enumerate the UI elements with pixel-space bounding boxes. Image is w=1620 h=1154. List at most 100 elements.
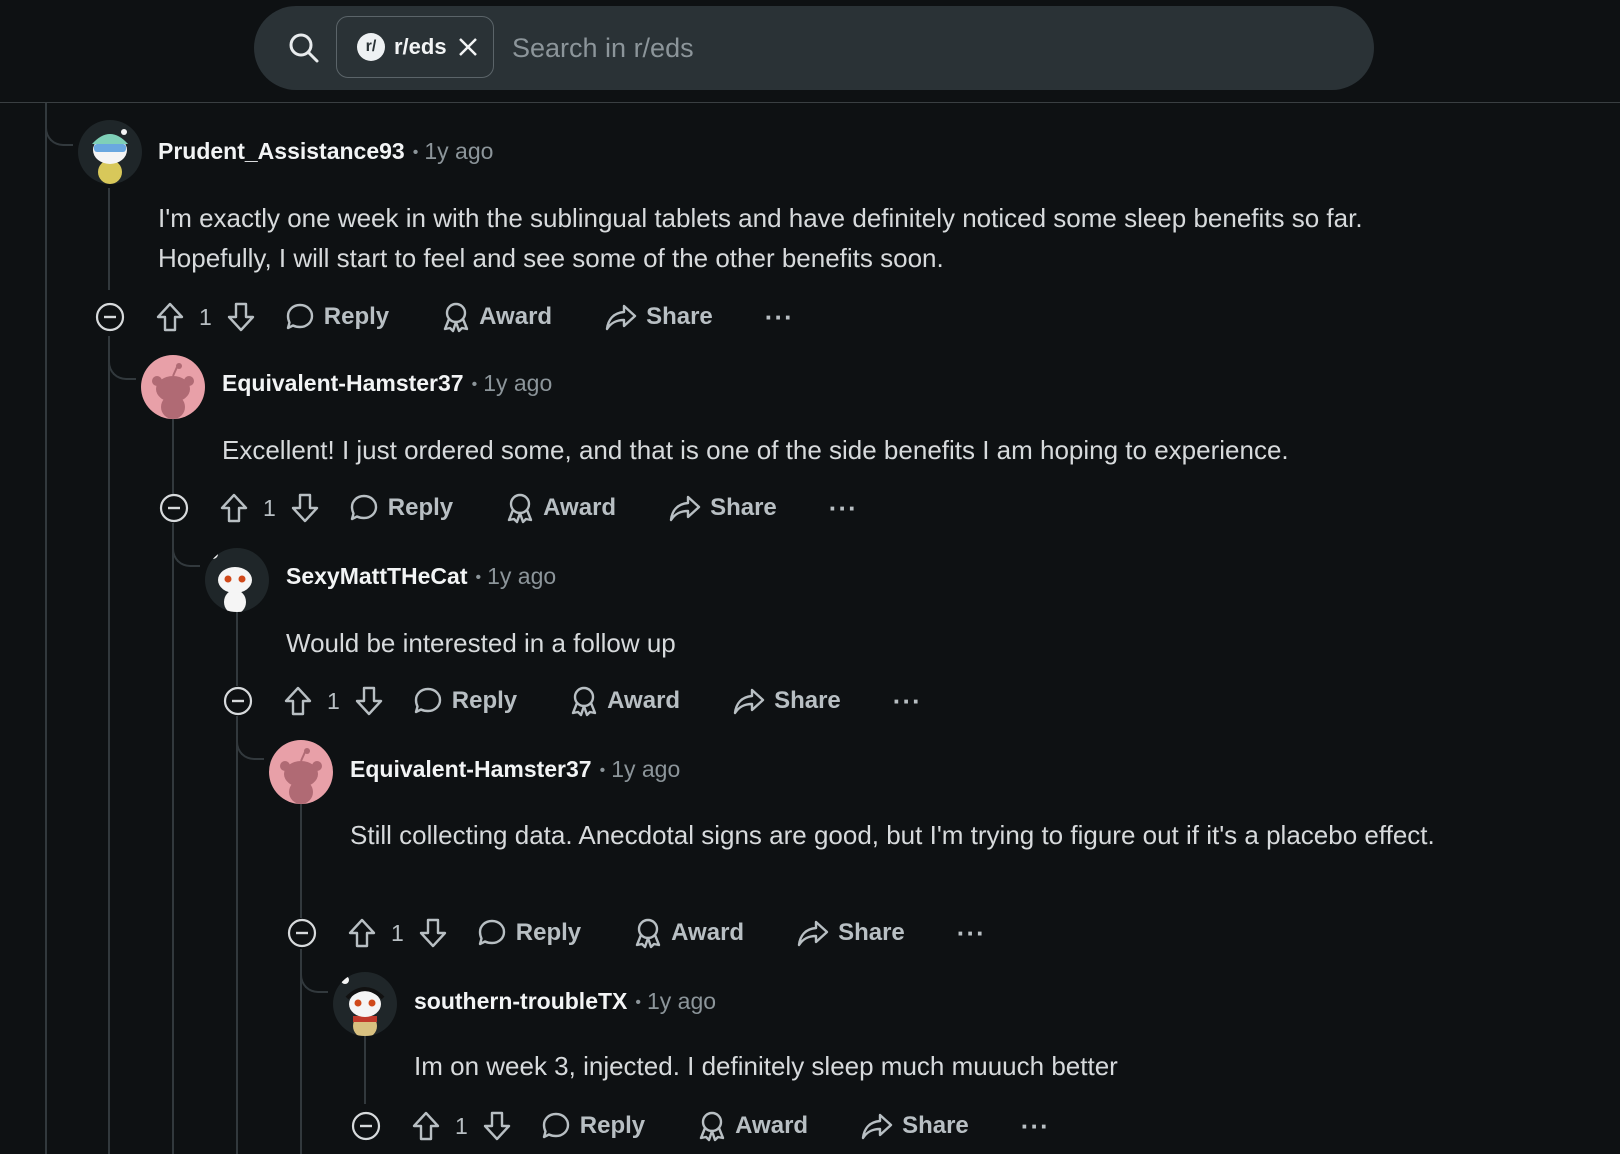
- search-icon: [289, 33, 319, 63]
- reply-label: Reply: [579, 1112, 646, 1139]
- award-icon: [507, 493, 533, 524]
- comment-time[interactable]: 1y ago: [647, 988, 716, 1014]
- award-button[interactable]: Award: [697, 1110, 808, 1142]
- comment-icon: [542, 1112, 569, 1139]
- community-filter-chip[interactable]: r/ r/eds: [336, 16, 494, 78]
- comment-author[interactable]: Prudent_Assistance93: [158, 138, 405, 164]
- award-label: Award: [479, 303, 553, 330]
- downvote-icon[interactable]: [226, 301, 256, 333]
- share-label: Share: [646, 303, 713, 330]
- share-button[interactable]: Share: [732, 685, 841, 717]
- share-button[interactable]: Share: [796, 917, 905, 949]
- avatar[interactable]: [333, 972, 397, 1036]
- upvote-icon[interactable]: [283, 685, 313, 717]
- more-options-button[interactable]: ···: [829, 493, 858, 524]
- vote-group: 1: [347, 917, 448, 949]
- more-options-button[interactable]: ···: [957, 918, 986, 949]
- downvote-icon[interactable]: [482, 1110, 512, 1142]
- thread-connector: [108, 336, 136, 380]
- snoo-avatar-icon: [152, 363, 194, 419]
- vote-count: 1: [263, 494, 276, 521]
- share-button[interactable]: Share: [860, 1110, 969, 1142]
- thread-line[interactable]: [300, 800, 302, 918]
- reply-label: Reply: [451, 687, 518, 714]
- reply-button[interactable]: Reply: [284, 301, 389, 333]
- reply-button[interactable]: Reply: [540, 1110, 645, 1142]
- share-label: Share: [902, 1112, 969, 1139]
- upvote-icon[interactable]: [219, 492, 249, 524]
- reply-button[interactable]: Reply: [412, 685, 517, 717]
- award-icon: [571, 686, 597, 717]
- award-button[interactable]: Award: [505, 492, 616, 524]
- collapse-icon[interactable]: [95, 302, 125, 332]
- avatar[interactable]: [141, 355, 205, 419]
- award-button[interactable]: Award: [633, 917, 744, 949]
- vote-count: 1: [455, 1112, 468, 1139]
- reply-button[interactable]: Reply: [348, 492, 453, 524]
- thread-line[interactable]: [45, 103, 47, 1154]
- comment-time[interactable]: 1y ago: [611, 756, 680, 782]
- award-icon: [443, 302, 469, 333]
- share-button[interactable]: Share: [604, 301, 713, 333]
- collapse-icon[interactable]: [159, 493, 189, 523]
- avatar[interactable]: [205, 548, 269, 612]
- comment-author[interactable]: southern-troubleTX: [414, 988, 627, 1014]
- downvote-icon[interactable]: [418, 917, 448, 949]
- comment-actions: 1 Reply Award Share ···: [159, 486, 858, 530]
- vote-count: 1: [327, 687, 340, 714]
- search-bar[interactable]: r/ r/eds Search in r/eds: [254, 6, 1374, 90]
- comment-time[interactable]: 1y ago: [487, 563, 556, 589]
- comment-author[interactable]: Equivalent-Hamster37: [350, 756, 592, 782]
- snoo-avatar-icon: [341, 976, 385, 1036]
- downvote-icon[interactable]: [290, 492, 320, 524]
- vote-group: 1: [283, 685, 384, 717]
- share-icon: [861, 1113, 893, 1140]
- comment-author[interactable]: Equivalent-Hamster37: [222, 370, 464, 396]
- share-label: Share: [838, 919, 905, 946]
- comment-actions: 1 Reply Award Share ···: [95, 295, 794, 339]
- award-icon: [699, 1111, 725, 1142]
- thread-line[interactable]: [108, 336, 110, 1154]
- avatar[interactable]: [78, 120, 142, 184]
- share-label: Share: [710, 494, 777, 521]
- vote-group: 1: [219, 492, 320, 524]
- comment-time[interactable]: 1y ago: [483, 370, 552, 396]
- vote-group: 1: [155, 301, 256, 333]
- comment-actions: 1 Reply Award Share ···: [223, 679, 922, 723]
- thread-line[interactable]: [108, 188, 110, 290]
- thread-line[interactable]: [236, 610, 238, 686]
- collapse-icon[interactable]: [351, 1111, 381, 1141]
- award-button[interactable]: Award: [569, 685, 680, 717]
- share-icon: [605, 304, 637, 331]
- thread-line[interactable]: [236, 716, 238, 1154]
- collapse-icon[interactable]: [287, 918, 317, 948]
- thread-line[interactable]: [364, 1034, 366, 1104]
- award-button[interactable]: Award: [441, 301, 552, 333]
- comment-author[interactable]: SexyMattTHeCat: [286, 563, 468, 589]
- comment-body: I'm exactly one week in with the subling…: [158, 203, 1363, 273]
- thread-line[interactable]: [172, 523, 174, 1154]
- close-icon[interactable]: [457, 36, 479, 58]
- more-options-button[interactable]: ···: [893, 686, 922, 717]
- collapse-icon[interactable]: [223, 686, 253, 716]
- separator-dot: •: [475, 568, 482, 586]
- share-button[interactable]: Share: [668, 492, 777, 524]
- downvote-icon[interactable]: [354, 685, 384, 717]
- reply-button[interactable]: Reply: [476, 917, 581, 949]
- upvote-icon[interactable]: [155, 301, 185, 333]
- upvote-icon[interactable]: [347, 917, 377, 949]
- snoo-avatar-icon: [280, 748, 322, 804]
- upvote-icon[interactable]: [411, 1110, 441, 1142]
- community-chip-label: r/eds: [394, 34, 447, 59]
- reply-label: Reply: [387, 494, 454, 521]
- more-options-button[interactable]: ···: [1021, 1111, 1050, 1142]
- search-input[interactable]: Search in r/eds: [512, 6, 694, 90]
- snoo-avatar-icon: [208, 549, 252, 612]
- comment-time[interactable]: 1y ago: [424, 138, 493, 164]
- comment-actions: 1 Reply Award Share ···: [351, 1104, 1050, 1148]
- avatar[interactable]: [269, 740, 333, 804]
- more-options-button[interactable]: ···: [765, 302, 794, 333]
- share-icon: [797, 920, 829, 947]
- award-icon: [635, 918, 661, 949]
- comment-icon: [414, 687, 441, 714]
